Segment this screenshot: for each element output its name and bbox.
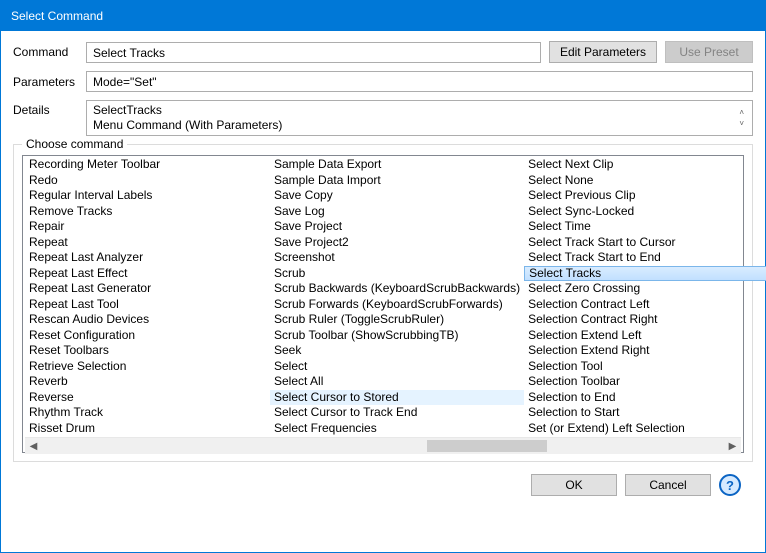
- list-item[interactable]: Save Log: [270, 204, 524, 220]
- edit-parameters-button[interactable]: Edit Parameters: [549, 41, 657, 63]
- list-item[interactable]: Select Track Start to Cursor: [524, 235, 766, 251]
- details-spinner: ˄ ˅: [737, 103, 746, 133]
- list-item[interactable]: Reset Configuration: [25, 328, 270, 344]
- command-label: Command: [13, 45, 78, 59]
- list-item[interactable]: Select Previous Clip: [524, 188, 766, 204]
- window-title: Select Command: [11, 9, 103, 23]
- list-item[interactable]: Repeat Last Generator: [25, 281, 270, 297]
- list-item[interactable]: Scrub Toolbar (ShowScrubbingTB): [270, 328, 524, 344]
- list-item[interactable]: Select Sync-Locked: [524, 204, 766, 220]
- scroll-left-icon[interactable]: ◀: [25, 438, 42, 455]
- list-item[interactable]: Select Track Start to End: [524, 250, 766, 266]
- spin-down-icon[interactable]: ˅: [739, 120, 744, 128]
- list-item[interactable]: Select Tracks: [524, 266, 766, 282]
- list-item[interactable]: Rescan Audio Devices: [25, 312, 270, 328]
- list-item[interactable]: Repeat: [25, 235, 270, 251]
- choose-command-legend: Choose command: [22, 137, 127, 151]
- list-item[interactable]: Selection Toolbar: [524, 374, 766, 390]
- details-line1: SelectTracks: [93, 103, 737, 118]
- dialog-content: Command Select Tracks Edit Parameters Us…: [1, 31, 765, 508]
- list-item[interactable]: Seek: [270, 343, 524, 359]
- details-text: SelectTracks Menu Command (With Paramete…: [93, 103, 737, 133]
- dialog-footer: OK Cancel ?: [13, 462, 753, 496]
- list-item[interactable]: Sample Data Export: [270, 157, 524, 173]
- details-row: Details SelectTracks Menu Command (With …: [13, 100, 753, 136]
- list-item[interactable]: Reverse: [25, 390, 270, 406]
- list-item[interactable]: Redo: [25, 173, 270, 189]
- list-item[interactable]: Retrieve Selection: [25, 359, 270, 375]
- list-item[interactable]: Reverb: [25, 374, 270, 390]
- spin-up-icon[interactable]: ˄: [739, 109, 744, 117]
- list-item[interactable]: Repair: [25, 219, 270, 235]
- scroll-right-icon[interactable]: ▶: [724, 438, 741, 455]
- list-item[interactable]: Select None: [524, 173, 766, 189]
- details-field[interactable]: SelectTracks Menu Command (With Paramete…: [86, 100, 753, 136]
- list-item[interactable]: Save Project: [270, 219, 524, 235]
- command-listbox[interactable]: Recording Meter ToolbarRedoRegular Inter…: [22, 155, 744, 453]
- list-item[interactable]: Repeat Last Tool: [25, 297, 270, 313]
- list-item[interactable]: Selection Tool: [524, 359, 766, 375]
- command-column: Select Next ClipSelect NoneSelect Previo…: [524, 157, 766, 437]
- command-column: Recording Meter ToolbarRedoRegular Inter…: [25, 157, 270, 437]
- list-item[interactable]: Reset Toolbars: [25, 343, 270, 359]
- list-item[interactable]: Sample Data Import: [270, 173, 524, 189]
- choose-command-group: Choose command Recording Meter ToolbarRe…: [13, 144, 753, 462]
- list-item[interactable]: Select: [270, 359, 524, 375]
- scroll-thumb[interactable]: [427, 440, 547, 452]
- list-item[interactable]: Regular Interval Labels: [25, 188, 270, 204]
- list-item[interactable]: Scrub: [270, 266, 524, 282]
- list-item[interactable]: Selection Extend Left: [524, 328, 766, 344]
- command-field[interactable]: Select Tracks: [86, 42, 541, 63]
- list-item[interactable]: Select All: [270, 374, 524, 390]
- list-item[interactable]: Select Cursor to Track End: [270, 405, 524, 421]
- list-item[interactable]: Set (or Extend) Left Selection: [524, 421, 766, 437]
- list-item[interactable]: Selection Extend Right: [524, 343, 766, 359]
- list-item[interactable]: Selection Contract Left: [524, 297, 766, 313]
- titlebar[interactable]: Select Command: [1, 1, 765, 31]
- list-item[interactable]: Select Next Clip: [524, 157, 766, 173]
- list-item[interactable]: Remove Tracks: [25, 204, 270, 220]
- list-item[interactable]: Repeat Last Analyzer: [25, 250, 270, 266]
- list-item[interactable]: Repeat Last Effect: [25, 266, 270, 282]
- list-item[interactable]: Selection Contract Right: [524, 312, 766, 328]
- details-label: Details: [13, 100, 78, 117]
- list-item[interactable]: Scrub Forwards (KeyboardScrubForwards): [270, 297, 524, 313]
- list-item[interactable]: Risset Drum: [25, 421, 270, 437]
- parameters-label: Parameters: [13, 75, 78, 89]
- list-item[interactable]: Save Copy: [270, 188, 524, 204]
- list-item[interactable]: Save Project2: [270, 235, 524, 251]
- scroll-track[interactable]: [42, 438, 724, 455]
- details-line2: Menu Command (With Parameters): [93, 118, 737, 133]
- list-item[interactable]: Select Frequencies: [270, 421, 524, 437]
- command-row: Command Select Tracks Edit Parameters Us…: [13, 41, 753, 63]
- list-item[interactable]: Scrub Backwards (KeyboardScrubBackwards): [270, 281, 524, 297]
- list-item[interactable]: Select Cursor to Stored: [270, 390, 524, 406]
- list-item[interactable]: Scrub Ruler (ToggleScrubRuler): [270, 312, 524, 328]
- ok-button[interactable]: OK: [531, 474, 617, 496]
- list-item[interactable]: Selection to Start: [524, 405, 766, 421]
- list-item[interactable]: Select Zero Crossing: [524, 281, 766, 297]
- list-item[interactable]: Selection to End: [524, 390, 766, 406]
- parameters-field[interactable]: Mode="Set": [86, 71, 753, 92]
- list-item[interactable]: Recording Meter Toolbar: [25, 157, 270, 173]
- parameters-row: Parameters Mode="Set": [13, 71, 753, 92]
- use-preset-button: Use Preset: [665, 41, 753, 63]
- horizontal-scrollbar[interactable]: ◀ ▶: [25, 437, 741, 454]
- list-item[interactable]: Select Time: [524, 219, 766, 235]
- list-item[interactable]: Screenshot: [270, 250, 524, 266]
- cancel-button[interactable]: Cancel: [625, 474, 711, 496]
- list-item[interactable]: Rhythm Track: [25, 405, 270, 421]
- command-column: Sample Data ExportSample Data ImportSave…: [270, 157, 524, 437]
- help-icon[interactable]: ?: [719, 474, 741, 496]
